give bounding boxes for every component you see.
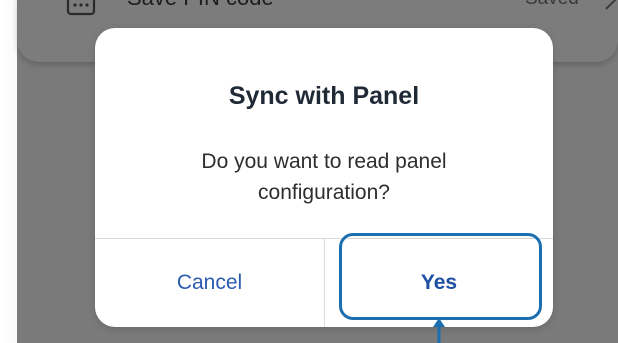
yes-button-highlight [339, 233, 542, 320]
lock-icon [66, 0, 96, 16]
settings-row-label: Save PIN code [127, 0, 274, 12]
pointer-arrow-icon [433, 318, 445, 343]
cancel-button[interactable]: Cancel [95, 239, 324, 327]
chevron-right-icon [605, 0, 617, 10]
left-edge [0, 0, 17, 343]
settings-row-status: Saved [525, 0, 579, 12]
dialog-title: Sync with Panel [228, 82, 420, 110]
dialog-message: Do you want to read panel configuration? [201, 150, 447, 204]
